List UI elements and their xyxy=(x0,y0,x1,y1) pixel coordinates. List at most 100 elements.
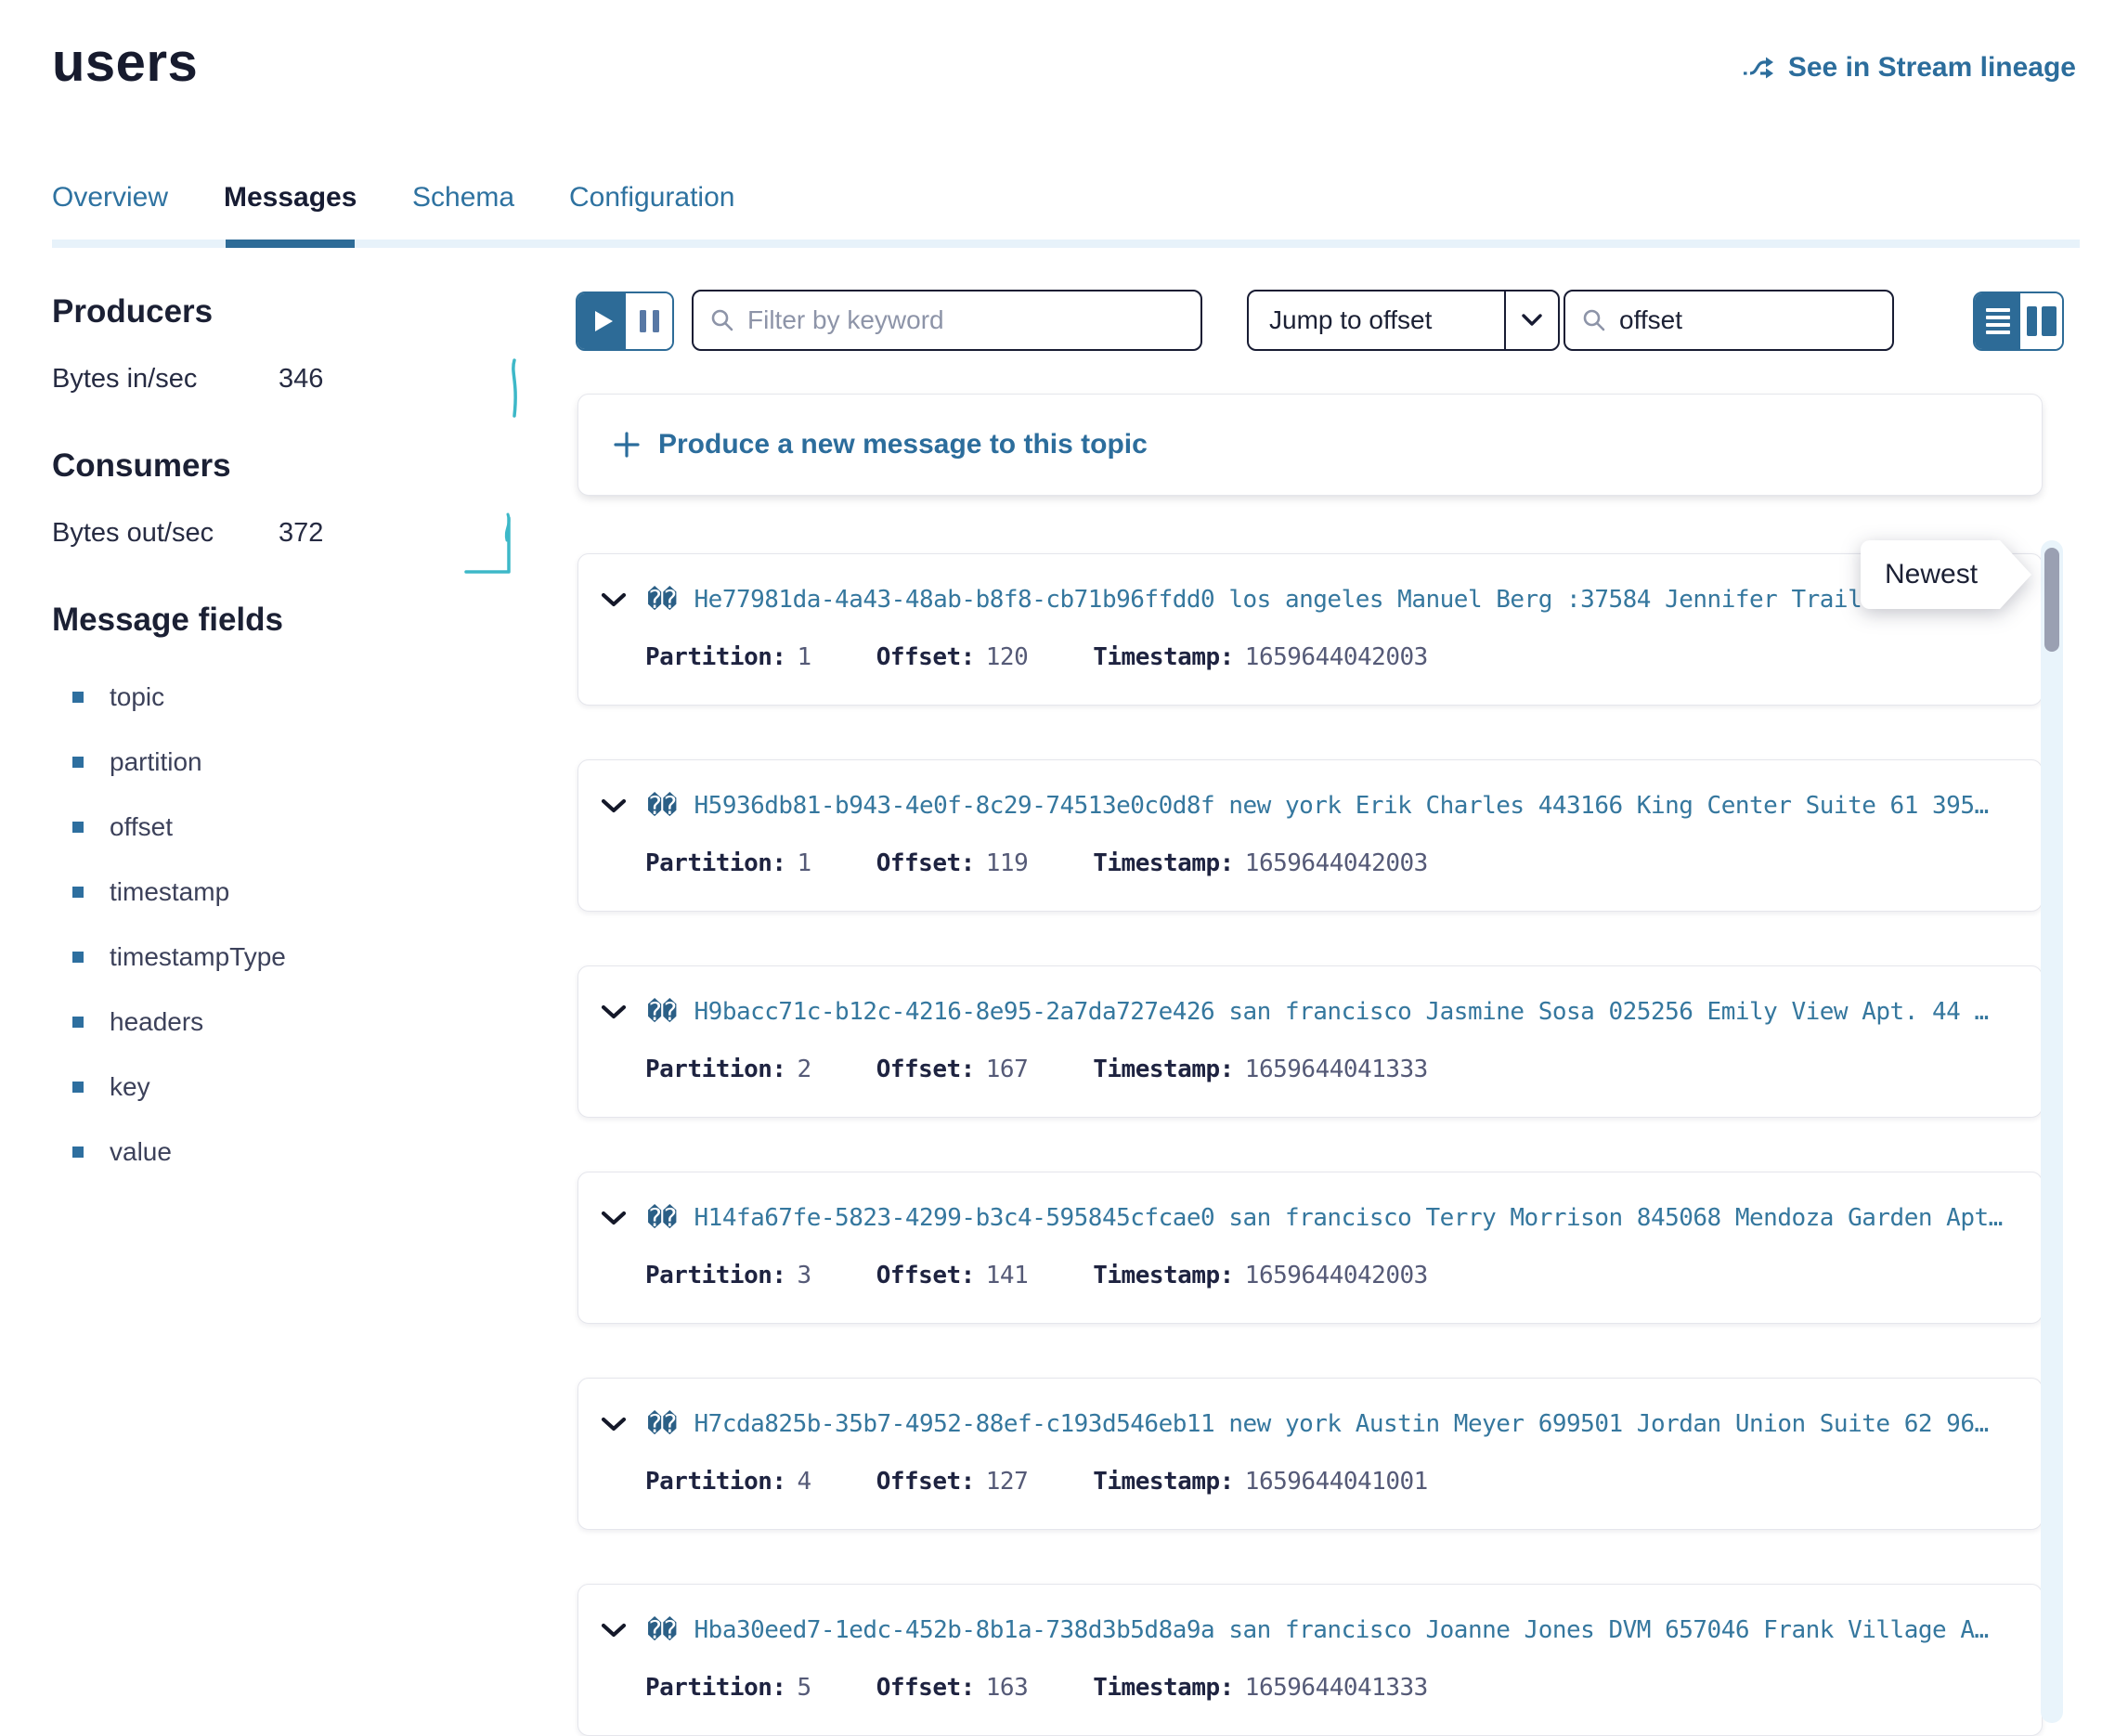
message-preview: He77981da-4a43-48ab-b8f8-cb71b96ffdd0 lo… xyxy=(694,586,1890,614)
bullet-icon xyxy=(72,1147,84,1158)
play-button[interactable] xyxy=(577,293,626,349)
message-preview: H14fa67fe-5823-4299-b3c4-595845cfcae0 sa… xyxy=(694,1204,2003,1232)
replacement-glyphs: �� xyxy=(647,1204,678,1233)
expand-chevron-icon[interactable] xyxy=(601,1211,627,1225)
page-title: users xyxy=(52,32,198,94)
list-view-icon xyxy=(1986,308,2010,313)
expand-chevron-icon[interactable] xyxy=(601,592,627,607)
field-label: headers xyxy=(110,1007,203,1037)
filter-input[interactable] xyxy=(747,305,1184,335)
timestamp-field: Timestamp:1659644042003 xyxy=(1093,849,1428,877)
expand-chevron-icon[interactable] xyxy=(601,1623,627,1638)
pause-icon xyxy=(653,310,659,332)
field-label: partition xyxy=(110,747,202,777)
view-mode-toggle xyxy=(1973,291,2064,351)
bytes-in-label: Bytes in/sec xyxy=(52,364,197,395)
replacement-glyphs: �� xyxy=(647,1410,678,1439)
partition-field: Partition:1 xyxy=(645,643,811,671)
message-fields-list: topic partition offset timestamp timesta… xyxy=(72,665,286,1185)
message-row[interactable]: �� H7cda825b-35b7-4952-88ef-c193d546eb11… xyxy=(577,1378,2043,1530)
replacement-glyphs: �� xyxy=(647,586,678,615)
bytes-in-value: 346 xyxy=(279,364,323,395)
expand-chevron-icon[interactable] xyxy=(601,1417,627,1432)
offset-field: Offset:127 xyxy=(876,1468,1029,1496)
tab-messages[interactable]: Messages xyxy=(224,182,357,214)
partition-field: Partition:5 xyxy=(645,1674,811,1702)
field-label: key xyxy=(110,1072,150,1102)
expand-chevron-icon[interactable] xyxy=(601,1004,627,1019)
message-row[interactable]: �� H5936db81-b943-4e0f-8c29-74513e0c0d8f… xyxy=(577,759,2043,912)
jump-to-offset-select[interactable]: Jump to offset xyxy=(1247,290,1560,351)
scrollbar-track[interactable] xyxy=(2041,540,2063,1723)
field-label: offset xyxy=(110,812,173,842)
field-item-timestamp[interactable]: timestamp xyxy=(72,860,286,925)
tab-configuration[interactable]: Configuration xyxy=(569,182,734,214)
timestamp-field: Timestamp:1659644041333 xyxy=(1093,1674,1428,1702)
message-row[interactable]: �� H9bacc71c-b12c-4216-8e95-2a7da727e426… xyxy=(577,965,2043,1118)
produce-message-label: Produce a new message to this topic xyxy=(658,429,1148,460)
chevron-down-icon xyxy=(1521,314,1543,327)
tab-schema[interactable]: Schema xyxy=(412,182,514,214)
list-view-button[interactable] xyxy=(1975,293,2020,349)
timestamp-field: Timestamp:1659644041333 xyxy=(1093,1056,1428,1083)
expand-chevron-icon[interactable] xyxy=(601,798,627,813)
column-view-icon xyxy=(2027,306,2037,336)
replacement-glyphs: �� xyxy=(647,792,678,821)
bullet-icon xyxy=(72,952,84,963)
field-item-timestampType[interactable]: timestampType xyxy=(72,925,286,990)
pause-button[interactable] xyxy=(626,293,672,349)
jump-to-offset-value: Jump to offset xyxy=(1249,291,1504,349)
offset-search-field xyxy=(1564,290,1894,351)
bytes-out-label: Bytes out/sec xyxy=(52,518,214,549)
offset-field: Offset:141 xyxy=(876,1262,1029,1289)
newest-tooltip-label: Newest xyxy=(1861,540,2031,609)
field-label: timestampType xyxy=(110,942,286,972)
stream-lineage-link[interactable]: See in Stream lineage xyxy=(1742,52,2076,84)
offset-search-input[interactable] xyxy=(1619,305,1875,335)
bullet-icon xyxy=(72,692,84,703)
offset-field: Offset:120 xyxy=(876,643,1029,671)
message-preview: H9bacc71c-b12c-4216-8e95-2a7da727e426 sa… xyxy=(694,998,1989,1026)
scrollbar-thumb[interactable] xyxy=(2044,548,2059,652)
message-row[interactable]: �� He77981da-4a43-48ab-b8f8-cb71b96ffdd0… xyxy=(577,553,2043,706)
producers-heading: Producers xyxy=(52,293,213,330)
produce-message-button[interactable]: Produce a new message to this topic xyxy=(577,394,2043,496)
replacement-glyphs: �� xyxy=(647,1616,678,1645)
pause-icon xyxy=(640,310,646,332)
plus-icon xyxy=(612,430,642,460)
timestamp-field: Timestamp:1659644042003 xyxy=(1093,643,1428,671)
bullet-icon xyxy=(72,757,84,768)
field-item-offset[interactable]: offset xyxy=(72,795,286,860)
newest-tooltip: Newest xyxy=(1861,540,2031,609)
play-icon xyxy=(595,311,613,331)
message-preview: H7cda825b-35b7-4952-88ef-c193d546eb11 ne… xyxy=(694,1410,1989,1438)
search-icon xyxy=(1582,308,1606,332)
field-item-headers[interactable]: headers xyxy=(72,990,286,1055)
bytes-out-sparkline xyxy=(464,509,524,576)
partition-field: Partition:3 xyxy=(645,1262,811,1289)
message-preview: H5936db81-b943-4e0f-8c29-74513e0c0d8f ne… xyxy=(694,792,1989,820)
bullet-icon xyxy=(72,1017,84,1028)
partition-field: Partition:1 xyxy=(645,849,811,877)
stream-lineage-label: See in Stream lineage xyxy=(1788,52,2076,84)
tab-underline-active xyxy=(226,240,355,248)
field-item-key[interactable]: key xyxy=(72,1055,286,1120)
timestamp-field: Timestamp:1659644041001 xyxy=(1093,1468,1428,1496)
field-item-topic[interactable]: topic xyxy=(72,665,286,730)
timestamp-field: Timestamp:1659644042003 xyxy=(1093,1262,1428,1289)
field-item-partition[interactable]: partition xyxy=(72,730,286,795)
live-consume-toggle xyxy=(576,291,674,351)
column-view-button[interactable] xyxy=(2020,293,2062,349)
replacement-glyphs: �� xyxy=(647,998,678,1027)
tab-overview[interactable]: Overview xyxy=(52,182,168,214)
bytes-in-sparkline xyxy=(506,356,523,420)
bullet-icon xyxy=(72,887,84,898)
partition-field: Partition:2 xyxy=(645,1056,811,1083)
message-row[interactable]: �� H14fa67fe-5823-4299-b3c4-595845cfcae0… xyxy=(577,1172,2043,1324)
message-row[interactable]: �� Hba30eed7-1edc-452b-8b1a-738d3b5d8a9a… xyxy=(577,1584,2043,1736)
field-label: value xyxy=(110,1137,172,1167)
partition-field: Partition:4 xyxy=(645,1468,811,1496)
field-item-value[interactable]: value xyxy=(72,1120,286,1185)
stream-lineage-icon xyxy=(1742,55,1775,81)
message-preview: Hba30eed7-1edc-452b-8b1a-738d3b5d8a9a sa… xyxy=(694,1616,1989,1644)
